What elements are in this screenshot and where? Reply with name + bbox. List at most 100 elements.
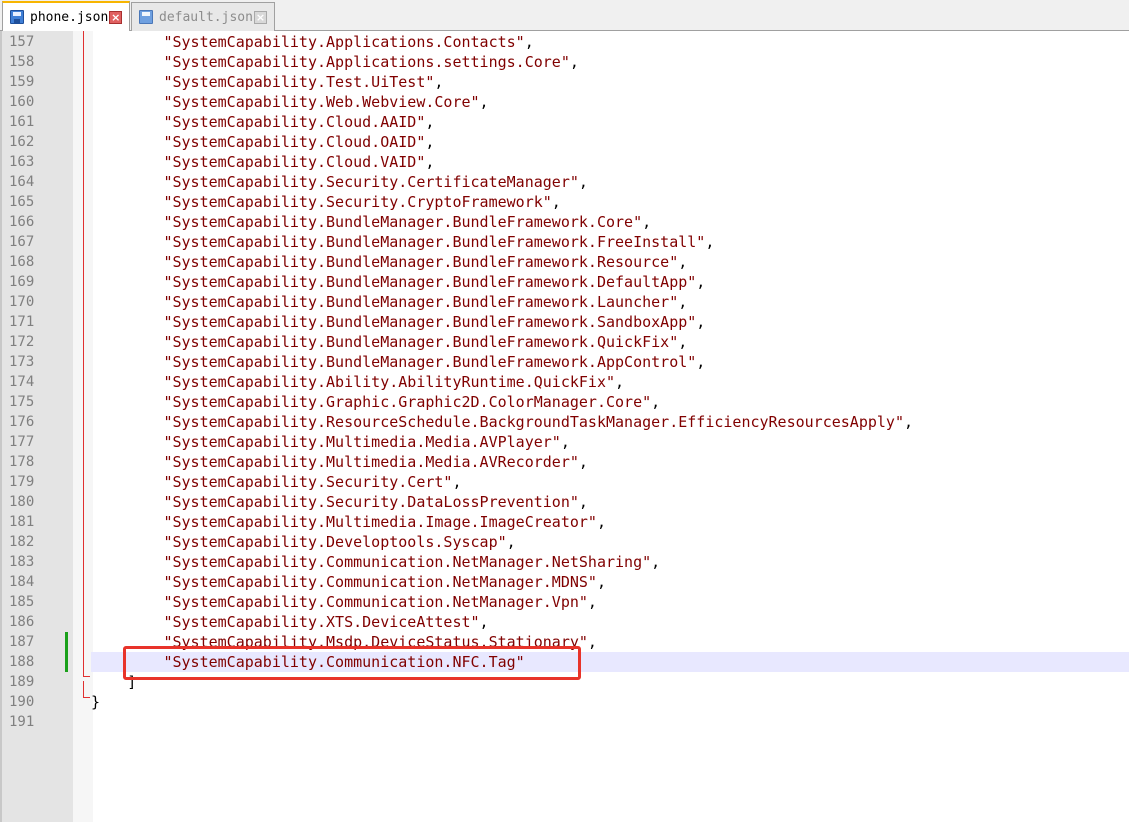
code-text: "SystemCapability.BundleManager.BundleFr… (163, 253, 688, 271)
code-text: "SystemCapability.Web.Webview.Core", (163, 93, 489, 111)
line-number: 165 (9, 194, 35, 210)
close-icon[interactable]: × (109, 10, 123, 24)
code-text: "SystemCapability.Communication.NetManag… (163, 553, 661, 571)
code-line[interactable]: 180 "SystemCapability.Security.DataLossPr… (0, 492, 1129, 512)
code-line[interactable]: 160 "SystemCapability.Web.Webview.Core", (0, 92, 1129, 112)
code-text: "SystemCapability.Applications.settings.… (163, 53, 579, 71)
code-line[interactable]: 169 "SystemCapability.BundleManager.Bundl… (0, 272, 1129, 292)
line-number: 186 (9, 614, 35, 630)
line-number: 182 (9, 534, 35, 550)
code-line[interactable]: 190} (0, 692, 1129, 712)
line-number: 183 (9, 554, 35, 570)
line-number: 180 (9, 494, 35, 510)
code-line[interactable]: 166 "SystemCapability.BundleManager.Bundl… (0, 212, 1129, 232)
line-number: 159 (9, 74, 35, 90)
line-number: 181 (9, 514, 35, 530)
line-number: 161 (9, 114, 35, 130)
code-line[interactable]: 161 "SystemCapability.Cloud.AAID", (0, 112, 1129, 132)
code-line[interactable]: 167 "SystemCapability.BundleManager.Bundl… (0, 232, 1129, 252)
code-text: "SystemCapability.Multimedia.Media.AVPla… (163, 433, 570, 451)
code-text: "SystemCapability.BundleManager.BundleFr… (163, 293, 688, 311)
code-line[interactable]: 163 "SystemCapability.Cloud.VAID", (0, 152, 1129, 172)
code-text: "SystemCapability.BundleManager.BundleFr… (163, 353, 706, 371)
code-text: "SystemCapability.Cloud.AAID", (163, 113, 435, 131)
code-line[interactable]: 171 "SystemCapability.BundleManager.Bundl… (0, 312, 1129, 332)
code-line[interactable]: 181 "SystemCapability.Multimedia.Image.Im… (0, 512, 1129, 532)
code-text: "SystemCapability.Graphic.Graphic2D.Colo… (163, 393, 661, 411)
line-number: 178 (9, 454, 35, 470)
tab-label: phone.json (30, 9, 109, 25)
line-number: 189 (9, 674, 35, 690)
code-text: "SystemCapability.XTS.DeviceAttest", (163, 613, 489, 631)
line-number: 158 (9, 54, 35, 70)
tab-bar: phone.json × default.json × (0, 0, 1129, 31)
line-number: 168 (9, 254, 35, 270)
line-number: 160 (9, 94, 35, 110)
code-line[interactable]: 191 (0, 712, 1129, 732)
line-number: 187 (9, 634, 35, 650)
code-text: "SystemCapability.Test.UiTest", (163, 73, 444, 91)
code-line[interactable]: 177 "SystemCapability.Multimedia.Media.AV… (0, 432, 1129, 452)
tab-default-json[interactable]: default.json × (131, 2, 275, 31)
line-number: 169 (9, 274, 35, 290)
line-number: 167 (9, 234, 35, 250)
code-line[interactable]: 176 "SystemCapability.ResourceSchedule.Ba… (0, 412, 1129, 432)
code-editor[interactable]: 157 "SystemCapability.Applications.Contac… (0, 31, 1129, 822)
close-icon[interactable]: × (253, 10, 267, 24)
code-text: "SystemCapability.BundleManager.BundleFr… (163, 333, 688, 351)
code-text: "SystemCapability.Cloud.OAID", (163, 133, 435, 151)
code-text: "SystemCapability.Ability.AbilityRuntime… (163, 373, 625, 391)
line-number: 163 (9, 154, 35, 170)
code-text: "SystemCapability.BundleManager.BundleFr… (163, 273, 706, 291)
code-text: "SystemCapability.Security.CertificateMa… (163, 173, 588, 191)
code-text: "SystemCapability.Developtools.Syscap", (163, 533, 516, 551)
line-number: 179 (9, 474, 35, 490)
code-line[interactable]: 174 "SystemCapability.Ability.AbilityRunt… (0, 372, 1129, 392)
tab-label: default.json (159, 9, 253, 25)
code-text: "SystemCapability.Security.CryptoFramewo… (163, 193, 561, 211)
save-icon (139, 10, 153, 24)
code-line[interactable]: 173 "SystemCapability.BundleManager.Bundl… (0, 352, 1129, 372)
line-number: 170 (9, 294, 35, 310)
code-text: "SystemCapability.Applications.Contacts"… (163, 33, 534, 51)
line-number: 188 (9, 654, 35, 670)
code-text: "SystemCapability.Security.Cert", (163, 473, 462, 491)
line-number: 190 (9, 694, 35, 710)
line-number: 171 (9, 314, 35, 330)
line-number: 185 (9, 594, 35, 610)
code-line[interactable]: 172 "SystemCapability.BundleManager.Bundl… (0, 332, 1129, 352)
line-number: 177 (9, 434, 35, 450)
line-number: 176 (9, 414, 35, 430)
code-text: "SystemCapability.BundleManager.BundleFr… (163, 213, 652, 231)
code-text: } (91, 693, 101, 711)
code-line[interactable]: 159 "SystemCapability.Test.UiTest", (0, 72, 1129, 92)
code-line[interactable]: 170 "SystemCapability.BundleManager.Bundl… (0, 292, 1129, 312)
code-line[interactable]: 165 "SystemCapability.Security.CryptoFram… (0, 192, 1129, 212)
code-line[interactable]: 185 "SystemCapability.Communication.NetMa… (0, 592, 1129, 612)
line-number: 164 (9, 174, 35, 190)
code-line[interactable]: 186 "SystemCapability.XTS.DeviceAttest", (0, 612, 1129, 632)
code-line[interactable]: 175 "SystemCapability.Graphic.Graphic2D.C… (0, 392, 1129, 412)
code-line[interactable]: 178 "SystemCapability.Multimedia.Media.AV… (0, 452, 1129, 472)
code-line[interactable]: 157 "SystemCapability.Applications.Contac… (0, 32, 1129, 52)
code-line[interactable]: 184 "SystemCapability.Communication.NetMa… (0, 572, 1129, 592)
code-text: "SystemCapability.ResourceSchedule.Backg… (163, 413, 914, 431)
code-line[interactable]: 162 "SystemCapability.Cloud.OAID", (0, 132, 1129, 152)
code-text: "SystemCapability.Communication.NetManag… (163, 593, 597, 611)
code-line[interactable]: 183 "SystemCapability.Communication.NetMa… (0, 552, 1129, 572)
code-line[interactable]: 179 "SystemCapability.Security.Cert", (0, 472, 1129, 492)
code-line[interactable]: 168 "SystemCapability.BundleManager.Bundl… (0, 252, 1129, 272)
code-text: "SystemCapability.Multimedia.Media.AVRec… (163, 453, 588, 471)
code-text: "SystemCapability.Cloud.VAID", (163, 153, 435, 171)
code-line[interactable]: 158 "SystemCapability.Applications.settin… (0, 52, 1129, 72)
line-number: 174 (9, 374, 35, 390)
tab-phone-json[interactable]: phone.json × (2, 1, 130, 31)
line-number: 166 (9, 214, 35, 230)
code-text: "SystemCapability.Security.DataLossPreve… (163, 493, 588, 511)
annotation-highlight-box (123, 646, 581, 680)
code-line[interactable]: 164 "SystemCapability.Security.Certificat… (0, 172, 1129, 192)
code-text: "SystemCapability.Multimedia.Image.Image… (163, 513, 606, 531)
line-number: 184 (9, 574, 35, 590)
line-number: 175 (9, 394, 35, 410)
code-line[interactable]: 182 "SystemCapability.Developtools.Syscap… (0, 532, 1129, 552)
